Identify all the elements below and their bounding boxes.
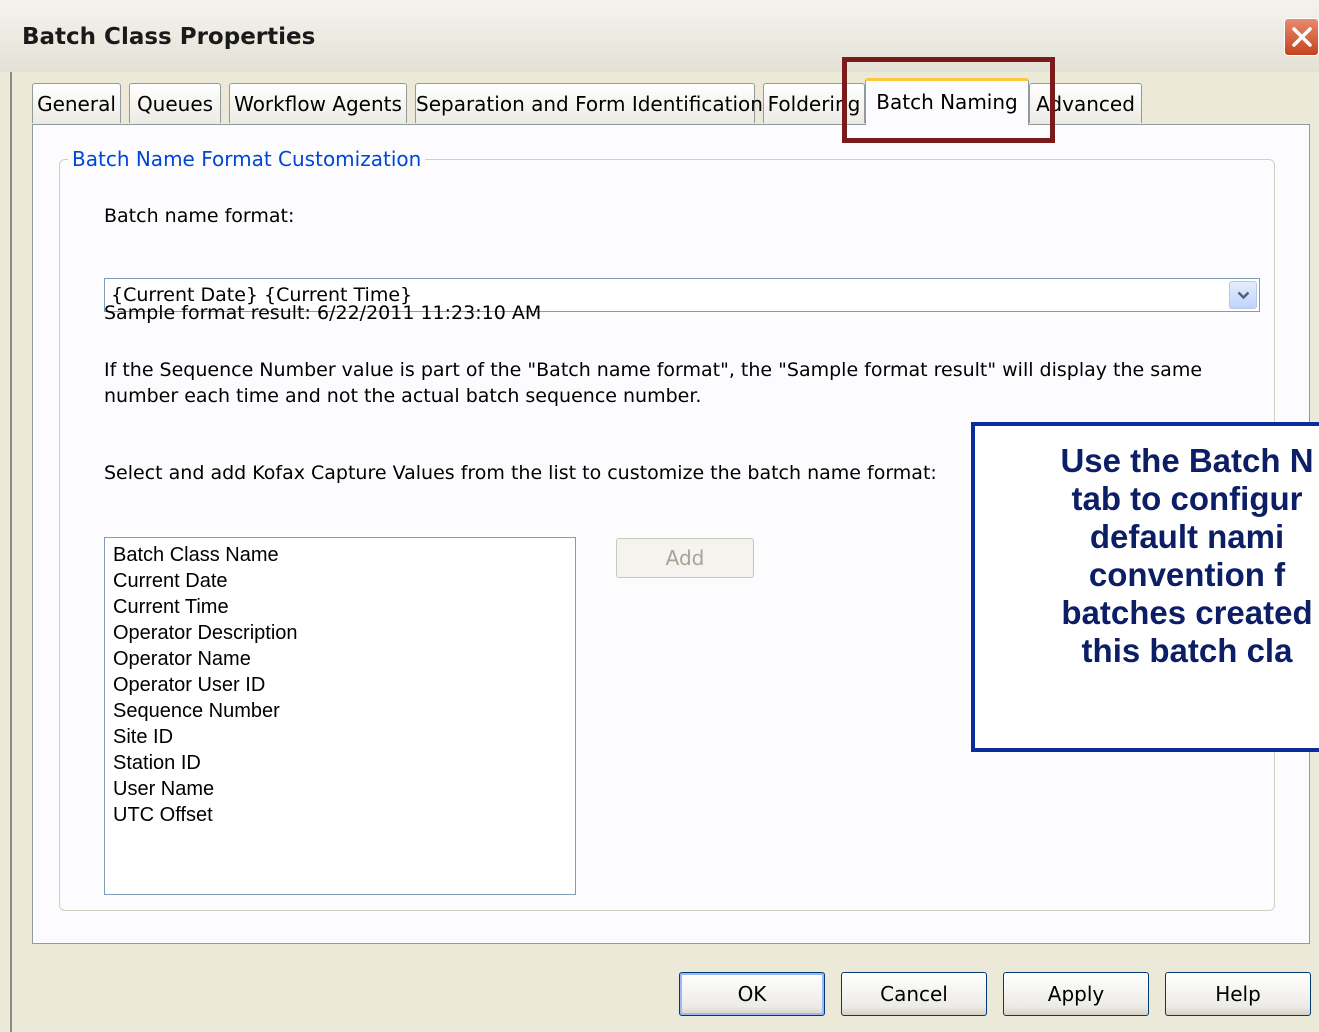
tab-queues[interactable]: Queues bbox=[129, 83, 221, 123]
add-button[interactable]: Add bbox=[616, 538, 754, 578]
list-item[interactable]: Operator User ID bbox=[113, 672, 265, 698]
list-item[interactable]: UTC Offset bbox=[113, 802, 213, 828]
list-item[interactable]: Batch Class Name bbox=[113, 542, 279, 568]
sample-format-result-value: 6/22/2011 11:23:10 AM bbox=[317, 302, 542, 324]
list-item[interactable]: Operator Name bbox=[113, 646, 251, 672]
list-item[interactable]: Station ID bbox=[113, 750, 201, 776]
dropdown-button[interactable] bbox=[1229, 281, 1257, 309]
list-item[interactable]: Site ID bbox=[113, 724, 173, 750]
cancel-button[interactable]: Cancel bbox=[841, 972, 987, 1016]
callout-text: Use the Batch N tab to configur default … bbox=[1060, 442, 1314, 669]
annotation-callout: Use the Batch N tab to configur default … bbox=[971, 422, 1319, 752]
list-item[interactable]: User Name bbox=[113, 776, 214, 802]
close-icon bbox=[1292, 27, 1312, 47]
sample-format-result-label: Sample format result: bbox=[104, 302, 311, 324]
tab-workflow-agents[interactable]: Workflow Agents bbox=[229, 83, 407, 123]
group-title: Batch Name Format Customization bbox=[68, 147, 426, 171]
apply-button[interactable]: Apply bbox=[1003, 972, 1149, 1016]
tab-separation-and-form-identification[interactable]: Separation and Form Identification bbox=[415, 83, 763, 123]
window-frame-left bbox=[10, 72, 12, 1032]
batch-class-properties-dialog: Batch Class Properties General Queues Wo… bbox=[0, 0, 1319, 1032]
select-values-label: Select and add Kofax Capture Values from… bbox=[104, 462, 937, 484]
ok-button[interactable]: OK bbox=[679, 972, 825, 1016]
list-item[interactable]: Sequence Number bbox=[113, 698, 280, 724]
chevron-down-icon bbox=[1237, 291, 1250, 300]
list-item[interactable]: Current Time bbox=[113, 594, 229, 620]
help-button[interactable]: Help bbox=[1165, 972, 1311, 1016]
batch-naming-tab-highlight bbox=[842, 57, 1055, 143]
list-item[interactable]: Current Date bbox=[113, 568, 228, 594]
capture-values-list[interactable]: Batch Class Name Current Date Current Ti… bbox=[104, 537, 576, 895]
batch-name-format-label: Batch name format: bbox=[104, 205, 295, 227]
sequence-note-line2: number each time and not the actual batc… bbox=[104, 385, 702, 407]
sequence-note-line1: If the Sequence Number value is part of … bbox=[104, 359, 1203, 381]
title-bar[interactable]: Batch Class Properties bbox=[0, 0, 1319, 72]
window-title: Batch Class Properties bbox=[22, 24, 316, 50]
tab-general[interactable]: General bbox=[32, 83, 121, 123]
list-item[interactable]: Operator Description bbox=[113, 620, 298, 646]
close-button[interactable] bbox=[1284, 18, 1319, 56]
